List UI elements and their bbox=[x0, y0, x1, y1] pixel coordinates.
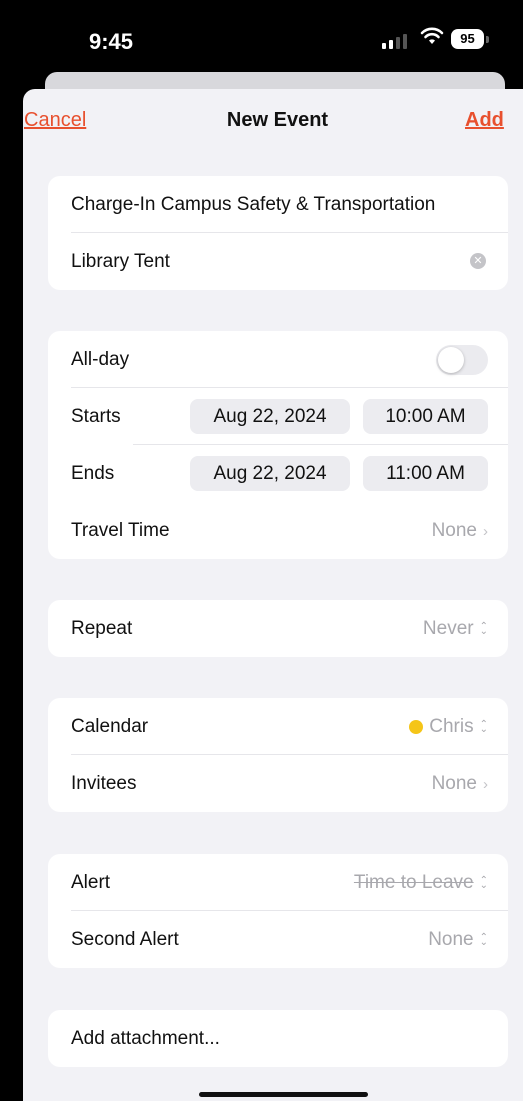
add-button[interactable]: Add bbox=[465, 109, 504, 132]
page-title: New Event bbox=[226, 109, 329, 131]
alert-row[interactable]: Alert Time to Leave ⌃ ⌄ bbox=[48, 854, 508, 911]
status-time: 9:45 bbox=[89, 29, 134, 54]
second-alert-value-wrap: None ⌃ ⌄ bbox=[428, 929, 488, 951]
ends-label: Ends bbox=[71, 463, 115, 484]
title-input[interactable]: Charge-In Campus Safety & Transportation bbox=[71, 194, 435, 216]
home-indicator[interactable] bbox=[199, 1092, 368, 1097]
travel-time-value-wrap: None › bbox=[432, 520, 488, 542]
battery-tip bbox=[486, 36, 489, 43]
add-attachment-row[interactable]: Add attachment... bbox=[48, 1010, 508, 1067]
alert-value: Time to Leave bbox=[353, 872, 474, 893]
repeat-group: Repeat Never ⌃ ⌄ bbox=[48, 600, 508, 657]
ends-row: Ends Aug 22, 2024 11:00 AM bbox=[48, 445, 508, 502]
repeat-value-wrap: Never ⌃ ⌄ bbox=[423, 618, 488, 640]
calendar-row[interactable]: Calendar Chris ⌃ ⌄ bbox=[48, 698, 508, 755]
title-location-group: Charge-In Campus Safety & Transportation… bbox=[48, 176, 508, 290]
wifi-icon bbox=[420, 27, 444, 44]
calendar-value-wrap: Chris ⌃ ⌄ bbox=[409, 716, 488, 738]
invitees-value-wrap: None › bbox=[432, 773, 488, 795]
travel-time-row[interactable]: Travel Time None › bbox=[48, 502, 508, 559]
calendar-color-dot bbox=[409, 720, 424, 734]
repeat-row[interactable]: Repeat Never ⌃ ⌄ bbox=[48, 600, 508, 657]
end-time-button[interactable]: 11:00 AM bbox=[363, 456, 488, 491]
all-day-row: All-day bbox=[48, 331, 508, 388]
calendar-label: Calendar bbox=[71, 716, 149, 737]
all-day-toggle[interactable] bbox=[436, 345, 488, 375]
alert-value-wrap: Time to Leave ⌃ ⌄ bbox=[354, 872, 488, 894]
alerts-group: Alert Time to Leave ⌃ ⌄ Second Alert None… bbox=[48, 854, 508, 968]
repeat-value: Never bbox=[422, 618, 474, 639]
attachment-group: Add attachment... bbox=[48, 1010, 508, 1067]
signal-icon bbox=[382, 34, 407, 49]
status-bar: 9:45 95 bbox=[0, 0, 523, 80]
second-alert-label: Second Alert bbox=[71, 929, 179, 950]
invitees-label: Invitees bbox=[71, 773, 137, 794]
travel-time-value: None bbox=[431, 520, 477, 541]
location-field[interactable]: Library Tent ✕ bbox=[48, 233, 508, 290]
end-date-button[interactable]: Aug 22, 2024 bbox=[190, 456, 350, 491]
starts-row: Starts Aug 22, 2024 10:00 AM bbox=[48, 388, 508, 445]
title-field[interactable]: Charge-In Campus Safety & Transportation bbox=[48, 176, 508, 233]
start-time-button[interactable]: 10:00 AM bbox=[363, 399, 488, 434]
nav-bar: Cancel New Event Add bbox=[23, 89, 523, 149]
invitees-row[interactable]: Invitees None › bbox=[48, 755, 508, 812]
up-down-chevron-icon: ⌃ ⌄ bbox=[479, 620, 488, 637]
chevron-right-icon: › bbox=[483, 775, 488, 793]
second-alert-row[interactable]: Second Alert None ⌃ ⌄ bbox=[48, 911, 508, 968]
location-input[interactable]: Library Tent bbox=[71, 251, 170, 273]
new-event-sheet: Cancel New Event Add Charge-In Campus Sa… bbox=[23, 89, 523, 1101]
up-down-chevron-icon: ⌃ ⌄ bbox=[479, 874, 488, 891]
add-attachment-label[interactable]: Add attachment... bbox=[71, 1028, 220, 1050]
starts-label: Starts bbox=[71, 406, 121, 427]
up-down-chevron-icon: ⌃ ⌄ bbox=[479, 931, 488, 948]
second-alert-value: None bbox=[428, 929, 474, 950]
calendar-group: Calendar Chris ⌃ ⌄ Invitees None › bbox=[48, 698, 508, 812]
invitees-value: None bbox=[431, 773, 477, 794]
clear-location-icon[interactable]: ✕ bbox=[470, 253, 486, 269]
all-day-label: All-day bbox=[71, 349, 130, 370]
repeat-label: Repeat bbox=[71, 618, 133, 639]
travel-time-label: Travel Time bbox=[71, 520, 170, 541]
calendar-value: Chris bbox=[429, 716, 474, 737]
start-date-button[interactable]: Aug 22, 2024 bbox=[190, 399, 350, 434]
alert-label: Alert bbox=[71, 872, 111, 893]
chevron-right-icon: › bbox=[483, 522, 488, 540]
up-down-chevron-icon: ⌃ ⌄ bbox=[479, 718, 488, 735]
battery-icon: 95 bbox=[451, 29, 484, 49]
toggle-knob bbox=[438, 347, 464, 373]
timing-group: All-day Starts Aug 22, 2024 10:00 AM End… bbox=[48, 331, 508, 559]
